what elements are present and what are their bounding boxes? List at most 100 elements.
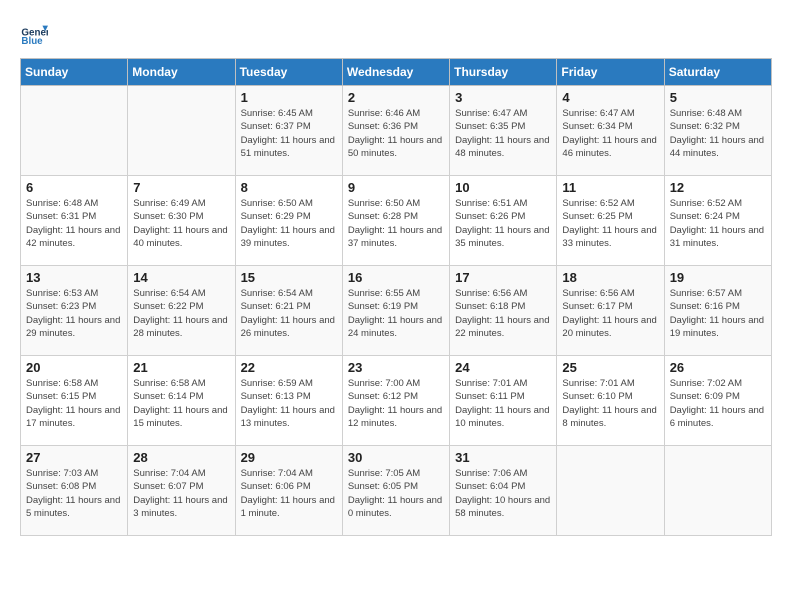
cell-content: Sunrise: 6:47 AM Sunset: 6:34 PM Dayligh… (562, 107, 658, 160)
calendar-cell: 24 Sunrise: 7:01 AM Sunset: 6:11 PM Dayli… (450, 356, 557, 446)
day-number: 15 (241, 270, 337, 285)
calendar-cell: 2 Sunrise: 6:46 AM Sunset: 6:36 PM Daylig… (342, 86, 449, 176)
cell-content: Sunrise: 7:01 AM Sunset: 6:11 PM Dayligh… (455, 377, 551, 430)
cell-content: Sunrise: 7:00 AM Sunset: 6:12 PM Dayligh… (348, 377, 444, 430)
cell-content: Sunrise: 6:56 AM Sunset: 6:18 PM Dayligh… (455, 287, 551, 340)
calendar-cell (128, 86, 235, 176)
day-number: 29 (241, 450, 337, 465)
calendar-cell: 20 Sunrise: 6:58 AM Sunset: 6:15 PM Dayli… (21, 356, 128, 446)
calendar-cell: 17 Sunrise: 6:56 AM Sunset: 6:18 PM Dayli… (450, 266, 557, 356)
week-row-1: 1 Sunrise: 6:45 AM Sunset: 6:37 PM Daylig… (21, 86, 772, 176)
cell-content: Sunrise: 6:56 AM Sunset: 6:17 PM Dayligh… (562, 287, 658, 340)
cell-content: Sunrise: 6:46 AM Sunset: 6:36 PM Dayligh… (348, 107, 444, 160)
calendar-cell: 4 Sunrise: 6:47 AM Sunset: 6:34 PM Daylig… (557, 86, 664, 176)
cell-content: Sunrise: 6:51 AM Sunset: 6:26 PM Dayligh… (455, 197, 551, 250)
cell-content: Sunrise: 6:50 AM Sunset: 6:29 PM Dayligh… (241, 197, 337, 250)
calendar-cell: 28 Sunrise: 7:04 AM Sunset: 6:07 PM Dayli… (128, 446, 235, 536)
calendar-cell: 26 Sunrise: 7:02 AM Sunset: 6:09 PM Dayli… (664, 356, 771, 446)
cell-content: Sunrise: 6:45 AM Sunset: 6:37 PM Dayligh… (241, 107, 337, 160)
cell-content: Sunrise: 7:03 AM Sunset: 6:08 PM Dayligh… (26, 467, 122, 520)
cell-content: Sunrise: 6:49 AM Sunset: 6:30 PM Dayligh… (133, 197, 229, 250)
day-number: 20 (26, 360, 122, 375)
cell-content: Sunrise: 7:02 AM Sunset: 6:09 PM Dayligh… (670, 377, 766, 430)
logo-icon: General Blue (20, 20, 48, 48)
day-number: 30 (348, 450, 444, 465)
calendar-cell: 15 Sunrise: 6:54 AM Sunset: 6:21 PM Dayli… (235, 266, 342, 356)
day-number: 12 (670, 180, 766, 195)
day-number: 2 (348, 90, 444, 105)
cell-content: Sunrise: 6:54 AM Sunset: 6:21 PM Dayligh… (241, 287, 337, 340)
cell-content: Sunrise: 6:47 AM Sunset: 6:35 PM Dayligh… (455, 107, 551, 160)
day-number: 22 (241, 360, 337, 375)
day-number: 28 (133, 450, 229, 465)
calendar-table: SundayMondayTuesdayWednesdayThursdayFrid… (20, 58, 772, 536)
day-number: 27 (26, 450, 122, 465)
logo: General Blue (20, 20, 48, 48)
calendar-cell: 12 Sunrise: 6:52 AM Sunset: 6:24 PM Dayli… (664, 176, 771, 266)
cell-content: Sunrise: 6:55 AM Sunset: 6:19 PM Dayligh… (348, 287, 444, 340)
cell-content: Sunrise: 6:48 AM Sunset: 6:32 PM Dayligh… (670, 107, 766, 160)
day-number: 21 (133, 360, 229, 375)
calendar-cell: 29 Sunrise: 7:04 AM Sunset: 6:06 PM Dayli… (235, 446, 342, 536)
day-header-sunday: Sunday (21, 59, 128, 86)
calendar-cell: 27 Sunrise: 7:03 AM Sunset: 6:08 PM Dayli… (21, 446, 128, 536)
week-row-3: 13 Sunrise: 6:53 AM Sunset: 6:23 PM Dayli… (21, 266, 772, 356)
day-header-tuesday: Tuesday (235, 59, 342, 86)
day-header-wednesday: Wednesday (342, 59, 449, 86)
cell-content: Sunrise: 7:04 AM Sunset: 6:07 PM Dayligh… (133, 467, 229, 520)
day-header-friday: Friday (557, 59, 664, 86)
cell-content: Sunrise: 7:04 AM Sunset: 6:06 PM Dayligh… (241, 467, 337, 520)
cell-content: Sunrise: 6:48 AM Sunset: 6:31 PM Dayligh… (26, 197, 122, 250)
day-header-monday: Monday (128, 59, 235, 86)
day-number: 16 (348, 270, 444, 285)
day-number: 17 (455, 270, 551, 285)
cell-content: Sunrise: 6:52 AM Sunset: 6:25 PM Dayligh… (562, 197, 658, 250)
calendar-cell: 6Sunrise: 6:48 AM Sunset: 6:31 PM Daylig… (21, 176, 128, 266)
day-number: 9 (348, 180, 444, 195)
calendar-cell (557, 446, 664, 536)
week-row-2: 6Sunrise: 6:48 AM Sunset: 6:31 PM Daylig… (21, 176, 772, 266)
calendar-cell: 23Sunrise: 7:00 AM Sunset: 6:12 PM Dayli… (342, 356, 449, 446)
day-number: 31 (455, 450, 551, 465)
cell-content: Sunrise: 6:58 AM Sunset: 6:14 PM Dayligh… (133, 377, 229, 430)
calendar-cell: 16 Sunrise: 6:55 AM Sunset: 6:19 PM Dayli… (342, 266, 449, 356)
cell-content: Sunrise: 6:52 AM Sunset: 6:24 PM Dayligh… (670, 197, 766, 250)
calendar-cell: 14 Sunrise: 6:54 AM Sunset: 6:22 PM Dayli… (128, 266, 235, 356)
day-number: 11 (562, 180, 658, 195)
day-number: 5 (670, 90, 766, 105)
calendar-cell: 7 Sunrise: 6:49 AM Sunset: 6:30 PM Daylig… (128, 176, 235, 266)
day-number: 8 (241, 180, 337, 195)
day-number: 24 (455, 360, 551, 375)
calendar-cell: 8 Sunrise: 6:50 AM Sunset: 6:29 PM Daylig… (235, 176, 342, 266)
calendar-cell: 30 Sunrise: 7:05 AM Sunset: 6:05 PM Dayli… (342, 446, 449, 536)
calendar-cell: 9 Sunrise: 6:50 AM Sunset: 6:28 PM Daylig… (342, 176, 449, 266)
calendar-cell: 18 Sunrise: 6:56 AM Sunset: 6:17 PM Dayli… (557, 266, 664, 356)
day-number: 18 (562, 270, 658, 285)
day-number: 13 (26, 270, 122, 285)
day-number: 3 (455, 90, 551, 105)
calendar-cell: 19Sunrise: 6:57 AM Sunset: 6:16 PM Dayli… (664, 266, 771, 356)
cell-content: Sunrise: 6:54 AM Sunset: 6:22 PM Dayligh… (133, 287, 229, 340)
calendar-cell: 3 Sunrise: 6:47 AM Sunset: 6:35 PM Daylig… (450, 86, 557, 176)
calendar-cell: 13 Sunrise: 6:53 AM Sunset: 6:23 PM Dayli… (21, 266, 128, 356)
calendar-cell: 21 Sunrise: 6:58 AM Sunset: 6:14 PM Dayli… (128, 356, 235, 446)
calendar-cell: 22 Sunrise: 6:59 AM Sunset: 6:13 PM Dayli… (235, 356, 342, 446)
week-row-4: 20 Sunrise: 6:58 AM Sunset: 6:15 PM Dayli… (21, 356, 772, 446)
calendar-cell (664, 446, 771, 536)
day-number: 1 (241, 90, 337, 105)
day-header-saturday: Saturday (664, 59, 771, 86)
day-number: 19 (670, 270, 766, 285)
day-number: 14 (133, 270, 229, 285)
cell-content: Sunrise: 7:05 AM Sunset: 6:05 PM Dayligh… (348, 467, 444, 520)
cell-content: Sunrise: 6:53 AM Sunset: 6:23 PM Dayligh… (26, 287, 122, 340)
calendar-cell: 11 Sunrise: 6:52 AM Sunset: 6:25 PM Dayli… (557, 176, 664, 266)
calendar-cell: 5 Sunrise: 6:48 AM Sunset: 6:32 PM Daylig… (664, 86, 771, 176)
day-number: 7 (133, 180, 229, 195)
cell-content: Sunrise: 6:58 AM Sunset: 6:15 PM Dayligh… (26, 377, 122, 430)
day-number: 25 (562, 360, 658, 375)
cell-content: Sunrise: 6:59 AM Sunset: 6:13 PM Dayligh… (241, 377, 337, 430)
day-number: 26 (670, 360, 766, 375)
cell-content: Sunrise: 7:06 AM Sunset: 6:04 PM Dayligh… (455, 467, 551, 520)
day-number: 4 (562, 90, 658, 105)
cell-content: Sunrise: 6:50 AM Sunset: 6:28 PM Dayligh… (348, 197, 444, 250)
